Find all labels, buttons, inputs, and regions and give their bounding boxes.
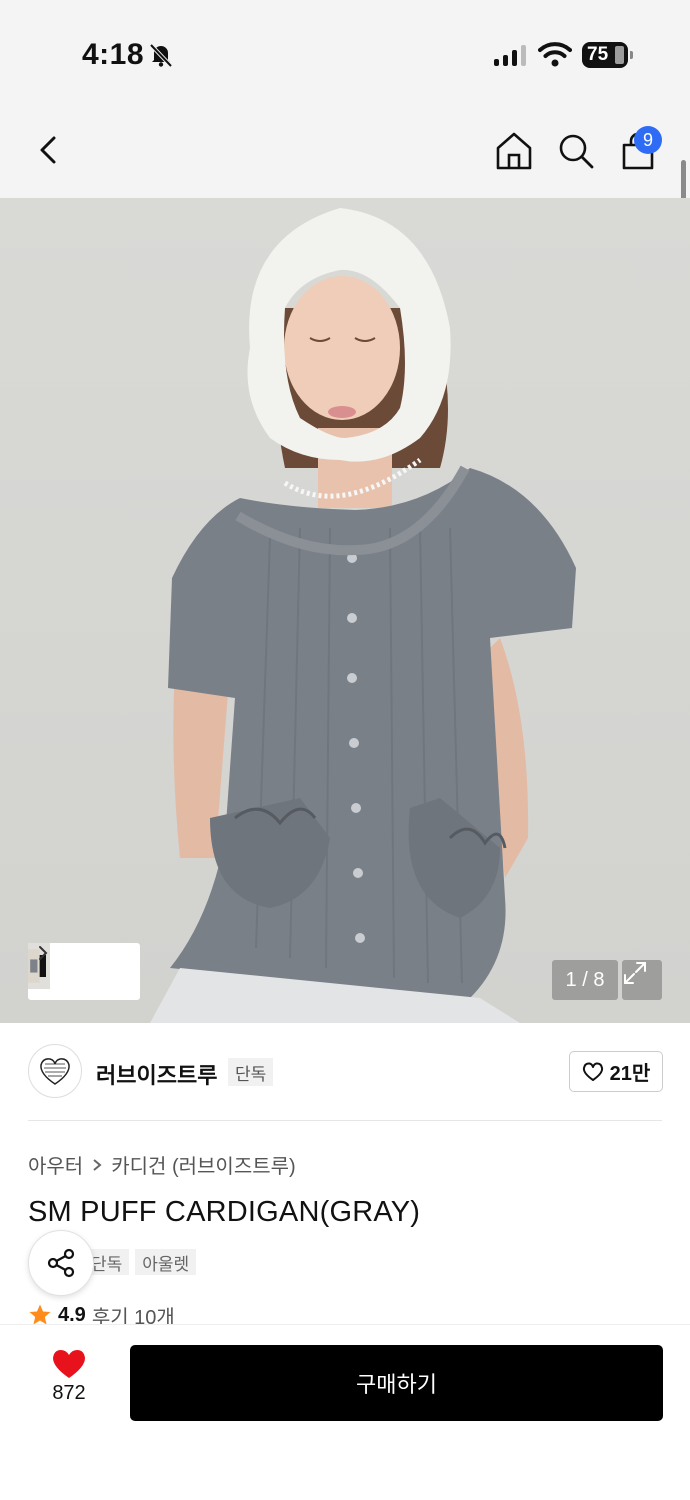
thumbnail-strip[interactable]	[28, 943, 140, 1000]
wishlist-button[interactable]: 872	[34, 1348, 104, 1418]
status-time: 4:18	[82, 38, 145, 71]
brand-name[interactable]: 러브이즈트루	[96, 1058, 217, 1090]
heart-filled-icon	[53, 1350, 85, 1378]
brand-like-count: 21만	[609, 1063, 651, 1085]
home-icon[interactable]	[494, 130, 534, 172]
expand-button[interactable]	[622, 960, 662, 1000]
battery-indicator: 75	[582, 42, 633, 68]
bell-muted-icon	[149, 43, 173, 68]
share-button[interactable]	[28, 1230, 94, 1296]
product-tags: 단독 아울렛	[84, 1249, 197, 1275]
expand-icon	[624, 962, 646, 984]
cart-count-badge: 9	[634, 126, 662, 154]
product-tag: 아울렛	[135, 1249, 197, 1275]
cellular-signal-icon	[494, 44, 526, 66]
brand-logo[interactable]	[28, 1044, 82, 1098]
breadcrumb-subcategory[interactable]: 카디건 (러브이즈트루)	[111, 1150, 295, 1179]
battery-level: 75	[587, 44, 609, 65]
chevron-right-icon	[93, 1158, 102, 1171]
wifi-icon	[538, 42, 572, 67]
share-icon	[47, 1248, 75, 1278]
wishlist-count: 872	[52, 1382, 86, 1404]
brand-heart-logo-icon	[40, 1058, 70, 1085]
chevron-right-icon[interactable]	[34, 943, 52, 963]
breadcrumb: 아우터 카디건 (러브이즈트루)	[28, 1150, 296, 1179]
brand-exclusive-tag: 단독	[228, 1058, 274, 1086]
image-counter: 1 / 8	[552, 960, 618, 1000]
product-photo-illustration	[150, 208, 576, 1023]
back-icon[interactable]	[34, 130, 64, 170]
breadcrumb-category[interactable]: 아우터	[28, 1150, 83, 1179]
app-header: 4:18 75 9	[0, 0, 690, 198]
product-title: SM PUFF CARDIGAN(GRAY)	[28, 1196, 421, 1228]
brand-like-button[interactable]: 21만	[569, 1051, 663, 1092]
divider	[28, 1120, 662, 1121]
product-image[interactable]: 1 / 8	[0, 198, 690, 1023]
search-icon[interactable]	[556, 130, 596, 172]
buy-button[interactable]: 구매하기	[130, 1345, 663, 1421]
heart-outline-icon	[582, 1061, 603, 1081]
